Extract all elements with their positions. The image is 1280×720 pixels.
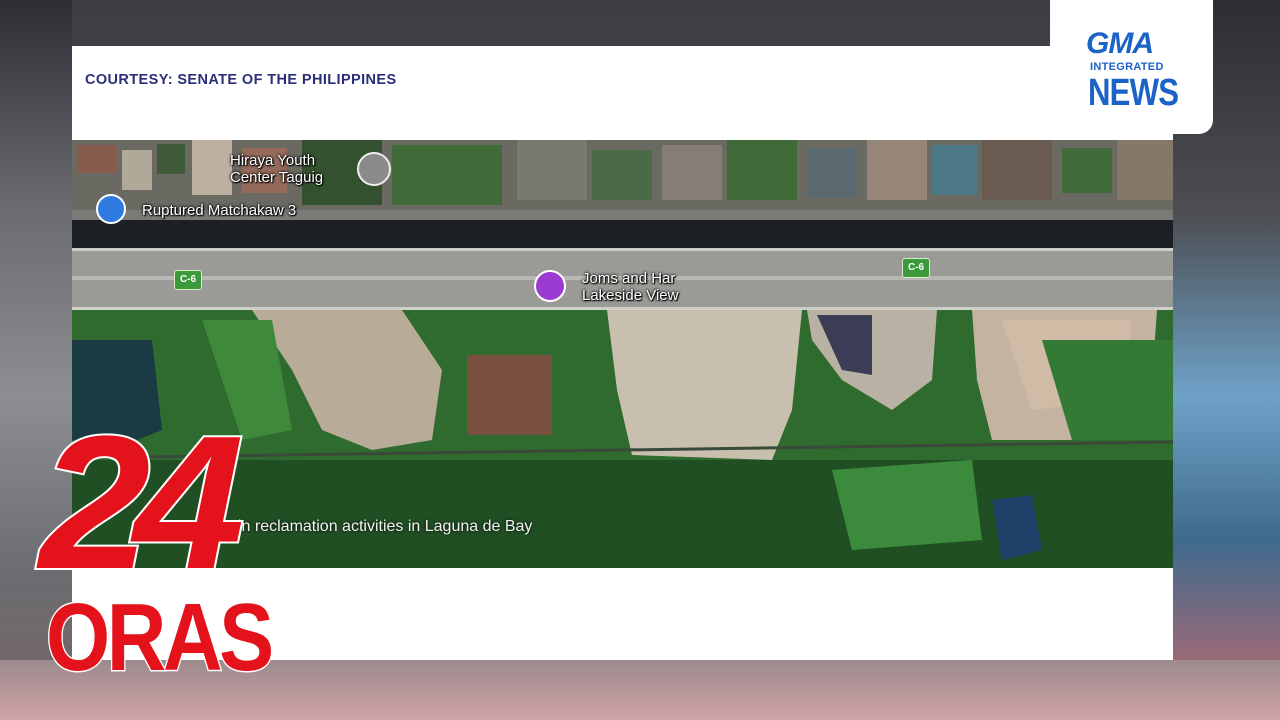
map-label-ruptured: Ruptured Matchakaw 3 [142, 202, 297, 219]
road-sign-c6-right: C-6 [902, 258, 930, 278]
courtesy-label: COURTESY: SENATE OF THE PHILIPPINES [85, 72, 397, 88]
map-label-youth-center: Hiraya Youth Center Taguig [230, 152, 324, 186]
gma-brand-text: GMA [1086, 27, 1154, 60]
24-oras-logo: 24 ORAS [37, 406, 275, 708]
map-caption: in reclamation activities in Laguna de B… [238, 518, 533, 535]
gma-integrated-news-logo: GMA INTEGRATED NEWS [1050, 0, 1213, 134]
flag-pin-icon[interactable] [96, 194, 126, 224]
camera-pin-icon[interactable] [534, 270, 566, 302]
show-word: ORAS [45, 584, 276, 691]
road-sign-c6-left: C-6 [174, 270, 202, 290]
location-pin-icon[interactable] [357, 152, 391, 186]
gma-news-text: NEWS [1088, 72, 1179, 114]
show-number: 24 [37, 397, 246, 609]
map-label-lakeside: Joms and Har Lakeside View [582, 270, 679, 304]
